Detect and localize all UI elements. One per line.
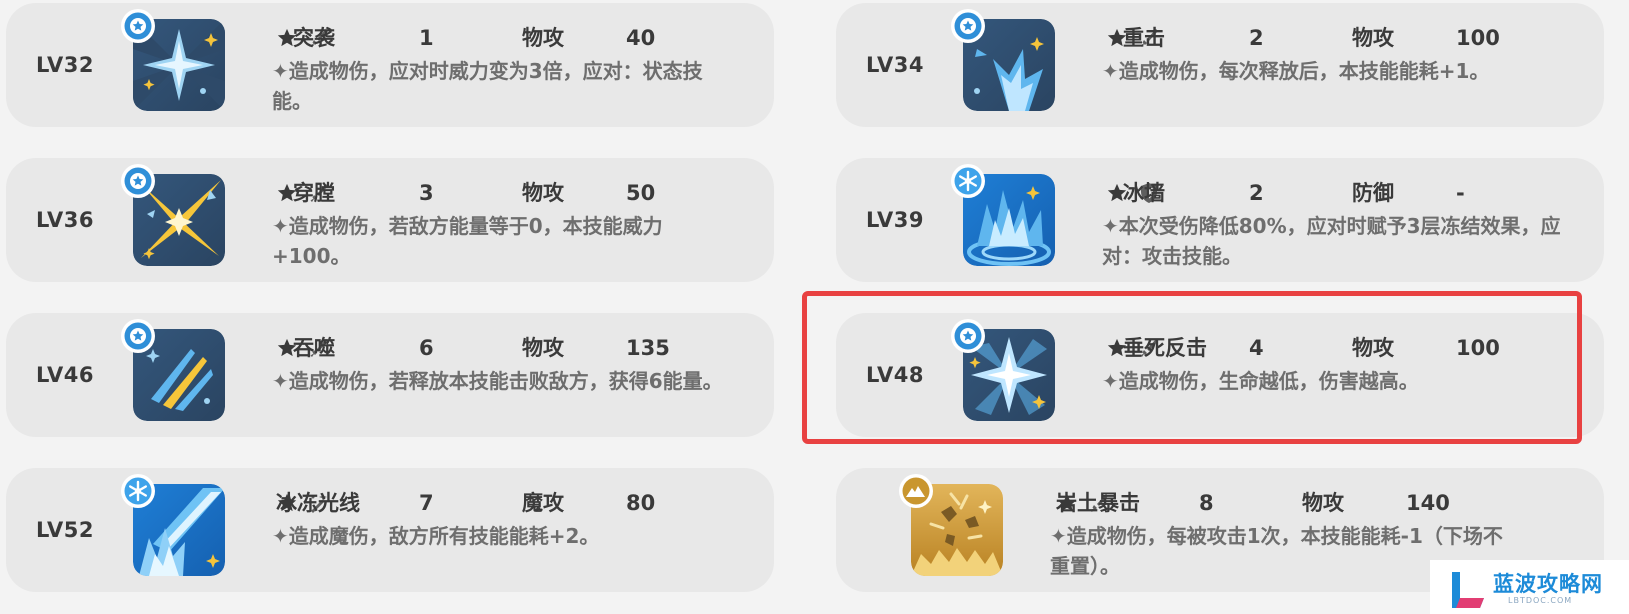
claw-icon	[133, 329, 225, 421]
skill-name: 突袭	[293, 26, 335, 50]
skill-power: 135	[626, 336, 670, 360]
star-badge-icon	[119, 162, 157, 200]
skill-description: ✦造成物伤，若释放本技能击败敌方，获得6能量。	[272, 369, 723, 393]
skill-cost: 7	[419, 491, 434, 515]
skill-level: LV34	[866, 53, 924, 77]
skill-card[interactable]: LV34 重击 2 物攻 100 ✦造成物伤，每次释放后，本技能能耗+1。	[836, 3, 1604, 127]
skill-name: 冰冻光线	[276, 491, 360, 515]
skill-name: 冰墙	[1123, 181, 1165, 205]
skill-category: 物攻	[522, 336, 564, 360]
skill-cost: 2	[1249, 26, 1264, 50]
watermark: 蓝波攻略网 LBTDOC.COM	[1430, 560, 1629, 614]
impact-icon	[963, 19, 1055, 111]
skill-category: 防御	[1352, 181, 1394, 205]
skill-description: ✦造成物伤，每次释放后，本技能能耗+1。	[1102, 59, 1490, 83]
skill-category: 魔攻	[522, 491, 564, 515]
mountain-badge-icon	[897, 472, 935, 510]
skill-cost: 8	[1199, 491, 1214, 515]
ice-beam-icon	[133, 484, 225, 576]
skill-description: ✦造成魔伤，敌方所有技能能耗+2。	[272, 524, 600, 548]
snowflake-badge-icon	[949, 162, 987, 200]
skill-level: LV52	[36, 518, 94, 542]
skill-level: LV32	[36, 53, 94, 77]
skill-category: 物攻	[522, 181, 564, 205]
skill-category: 物攻	[1352, 26, 1394, 50]
skill-description: ✦本次受伤降低80%，应对时赋予3层冻结效果，应对：攻击技能。	[1102, 214, 1561, 268]
star-badge-icon	[949, 7, 987, 45]
skill-category: 物攻	[522, 26, 564, 50]
skill-name: 吞噬	[293, 336, 335, 360]
skill-level: LV46	[36, 363, 94, 387]
skill-description: ✦造成物伤，若敌方能量等于0，本技能威力+100。	[272, 214, 663, 268]
skill-card[interactable]: LV32 突袭 1 物攻 40 ✦造成物伤，应对时威力变为3倍，应对：状态技能。	[6, 3, 774, 127]
skill-power: 50	[626, 181, 656, 205]
skill-name: 穿膛	[293, 181, 335, 205]
highlight-frame	[802, 291, 1582, 444]
skill-card[interactable]: LV36 穿膛 3 物攻 50 ✦造成物伤，若敌方能量等于0，本技能威力+100…	[6, 158, 774, 282]
skill-power: 100	[1456, 26, 1500, 50]
skill-power: 140	[1406, 491, 1450, 515]
watermark-url: LBTDOC.COM	[1508, 596, 1573, 605]
watermark-logo-icon	[1452, 572, 1484, 608]
rock-icon	[911, 484, 1003, 576]
skill-cost: 2	[1249, 181, 1264, 205]
skill-category: 物攻	[1302, 491, 1344, 515]
skill-cost: 6	[419, 336, 434, 360]
skill-card[interactable]: LV39 冰墙 2 防御 - ✦本次受伤降低80%，应对时赋予3层冻结效果，应对…	[836, 158, 1604, 282]
skill-cost: 3	[419, 181, 434, 205]
ice-wall-icon	[963, 174, 1055, 266]
skill-name: 岩土暴击	[1056, 491, 1140, 515]
star-badge-icon	[119, 7, 157, 45]
skill-name: 重击	[1123, 26, 1165, 50]
skill-power: 40	[626, 26, 656, 50]
snowflake-badge-icon	[119, 472, 157, 510]
skill-card[interactable]: LV46 吞噬 6 物攻 135 ✦造成物伤，若释放本技能击败敌方，获得6能量。	[6, 313, 774, 437]
skill-cost: 1	[419, 26, 434, 50]
pierce-icon	[133, 174, 225, 266]
skill-card[interactable]: LV52 冰冻光线 7 魔攻 80 ✦造成魔伤，敌方所有技能能耗+2。	[6, 468, 774, 592]
skill-level: LV39	[866, 208, 924, 232]
skill-power: -	[1456, 181, 1465, 205]
star-badge-icon	[119, 317, 157, 355]
skill-description: ✦造成物伤，应对时威力变为3倍，应对：状态技能。	[272, 59, 703, 113]
sparkle-icon	[133, 19, 225, 111]
watermark-name: 蓝波攻略网	[1493, 572, 1603, 596]
skill-power: 80	[626, 491, 656, 515]
skill-level: LV36	[36, 208, 94, 232]
